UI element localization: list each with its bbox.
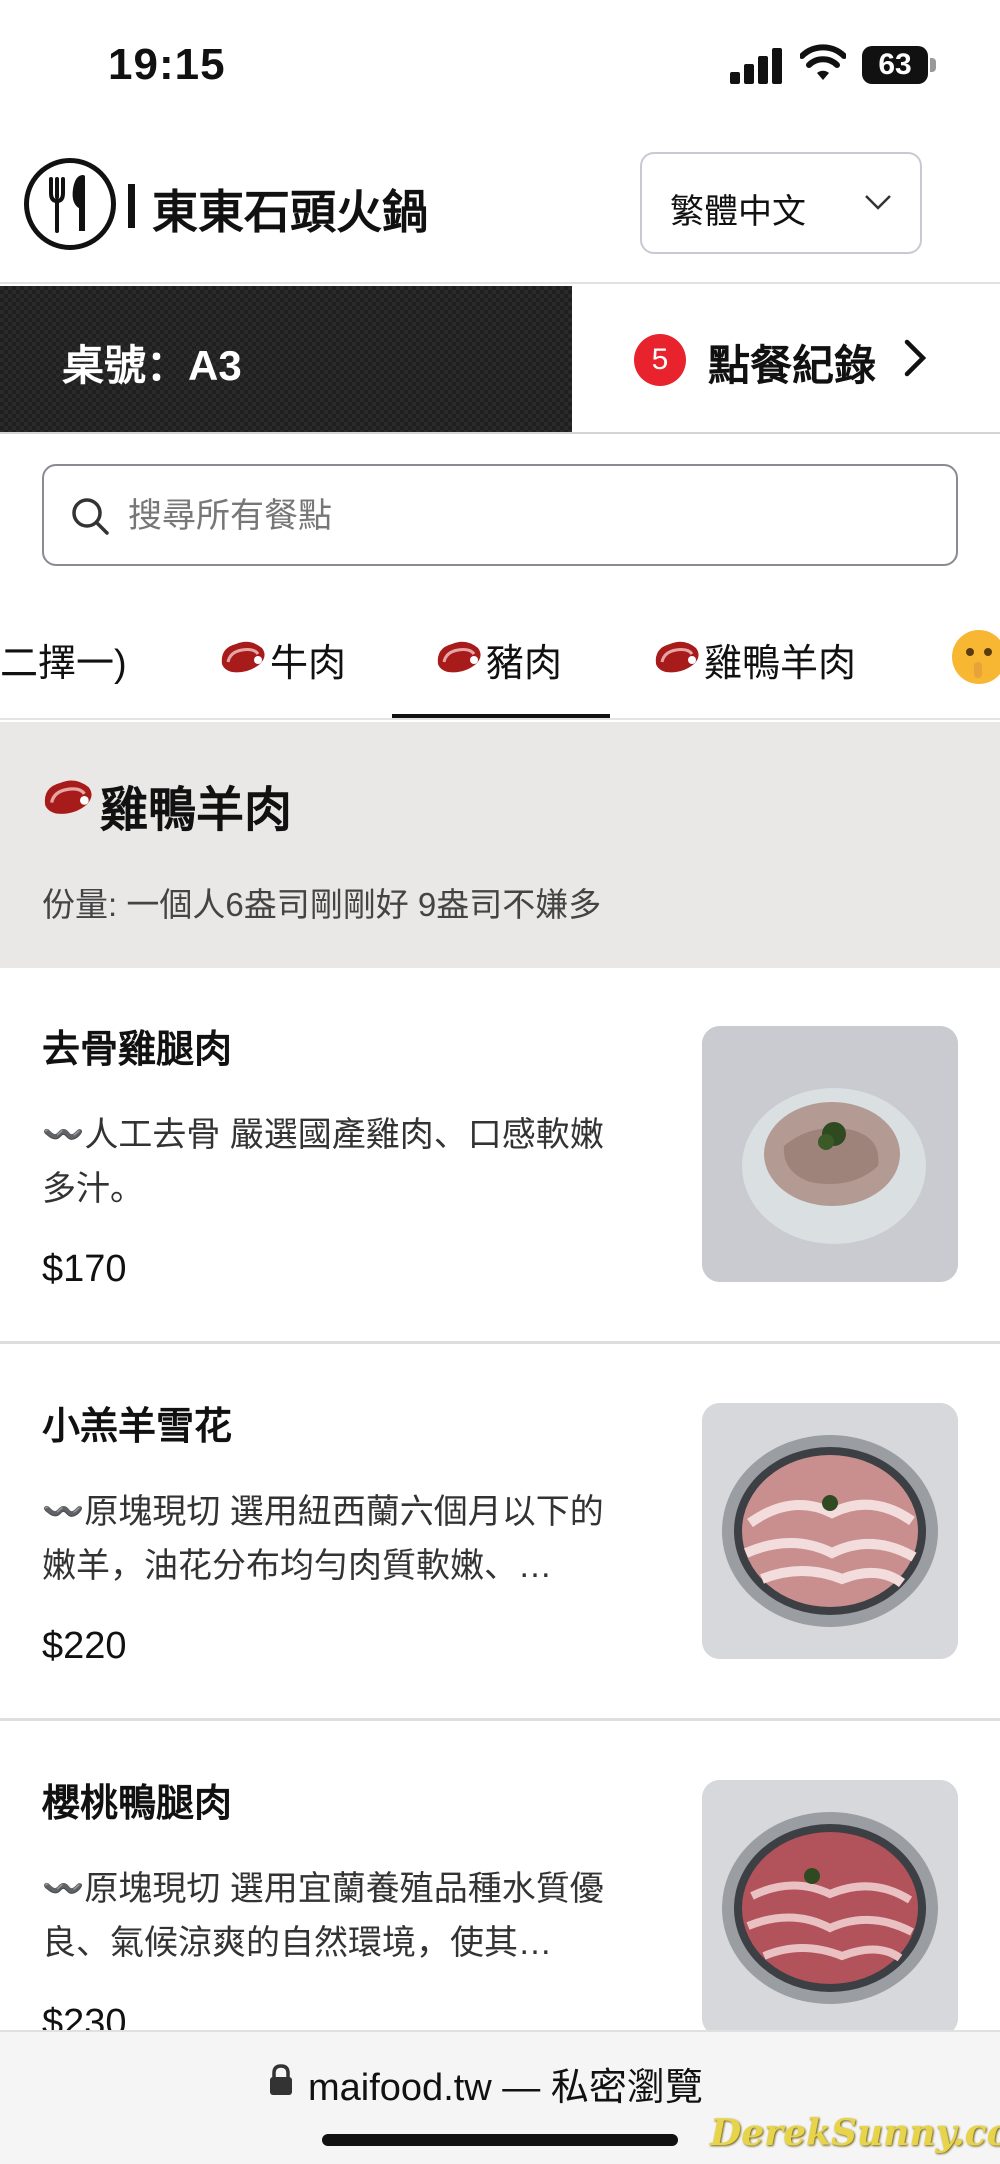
- item-name: 小羔羊雪花: [42, 1406, 233, 1448]
- meat-icon: [44, 780, 92, 814]
- chevron-right-icon: [904, 339, 927, 377]
- chevron-down-icon: [865, 195, 891, 210]
- menu-item[interactable]: 小羔羊雪花 〰️原塊現切 選用紐西蘭六個月以下的嫩羊，油花分布均勻肉質軟嫩、… …: [0, 1345, 1000, 1721]
- active-tab-indicator: [392, 714, 610, 718]
- item-price: $220: [42, 1625, 127, 1667]
- search-input[interactable]: [128, 490, 908, 542]
- item-photo[interactable]: [702, 1780, 958, 2036]
- menu-item[interactable]: 去骨雞腿肉 〰️人工去骨 嚴選國產雞肉、口感軟嫩多汁。 $170: [0, 968, 1000, 1344]
- item-name: 去骨雞腿肉: [42, 1029, 233, 1071]
- tab-label: 雞鴨羊肉: [704, 643, 857, 685]
- language-select[interactable]: 繁體中文: [640, 152, 922, 254]
- section-title: 雞鴨羊肉: [100, 784, 293, 837]
- lock-icon: [270, 2064, 292, 2095]
- app-header: 東東石頭火鍋 繁體中文: [0, 132, 1000, 284]
- tab-label: 牛肉: [270, 643, 347, 685]
- tab-beef[interactable]: 牛肉: [218, 596, 378, 718]
- status-bar: 19:15 63: [0, 0, 1000, 132]
- order-count-badge: 5: [634, 334, 686, 386]
- battery-cap: [930, 58, 936, 72]
- category-tabs: 二擇一) 牛肉 豬肉 雞鴨羊肉: [0, 596, 1000, 720]
- section-description: 份量: 一個人6盎司剛剛好 9盎司不嫌多: [42, 886, 602, 923]
- watermark: DerekSunny.com: [710, 2112, 1000, 2154]
- order-history-button[interactable]: 5 點餐紀錄: [572, 286, 1000, 432]
- item-description: 〰️人工去骨 嚴選國產雞肉、口感軟嫩多汁。: [42, 1116, 604, 1208]
- meat-icon: [437, 641, 481, 673]
- item-description: 〰️原塊現切 選用宜蘭養殖品種水質優良、氣候涼爽的自然環境，使其…: [42, 1870, 604, 1962]
- tab-pork[interactable]: 豬肉: [434, 596, 594, 718]
- shushing-face-icon[interactable]: [952, 630, 1000, 684]
- item-photo[interactable]: [702, 1026, 958, 1282]
- logo-divider: [128, 184, 135, 228]
- home-indicator[interactable]: [322, 2134, 678, 2146]
- search-box[interactable]: [42, 464, 958, 566]
- table-number: 桌號：A3: [62, 342, 242, 389]
- browser-bottom-bar: maifood.tw — 私密瀏覽 DerekSunny.com: [0, 2030, 1000, 2164]
- table-number-panel: 桌號：A3: [0, 286, 572, 432]
- item-description: 〰️原塊現切 選用紐西蘭六個月以下的嫩羊，油花分布均勻肉質軟嫩、…: [42, 1493, 604, 1585]
- tab-two-choice[interactable]: 二擇一): [0, 596, 168, 718]
- cellular-signal-icon: [730, 48, 784, 84]
- status-time: 19:15: [108, 40, 226, 89]
- section-header: 雞鴨羊肉 份量: 一個人6盎司剛剛好 9盎司不嫌多: [0, 722, 1000, 968]
- item-price: $170: [42, 1248, 127, 1290]
- address-bar[interactable]: maifood.tw — 私密瀏覽: [308, 2056, 703, 2111]
- search-icon: [72, 498, 109, 535]
- order-history-label: 點餐紀錄: [708, 342, 877, 389]
- tab-chicken-duck-lamb[interactable]: 雞鴨羊肉: [652, 596, 892, 718]
- restaurant-name: 東東石頭火鍋: [152, 186, 428, 238]
- item-photo[interactable]: [702, 1403, 958, 1659]
- item-name: 櫻桃鴨腿肉: [42, 1783, 233, 1825]
- table-bar: 桌號：A3 5 點餐紀錄: [0, 286, 1000, 434]
- wifi-icon: [800, 44, 846, 80]
- meat-icon: [655, 641, 699, 673]
- utensils-logo-icon: [24, 158, 116, 250]
- tab-label: 豬肉: [486, 643, 563, 685]
- language-select-label: 繁體中文: [670, 193, 806, 231]
- battery-icon: 63: [862, 46, 928, 84]
- meat-icon: [221, 641, 265, 673]
- tab-label: 二擇一): [0, 643, 127, 685]
